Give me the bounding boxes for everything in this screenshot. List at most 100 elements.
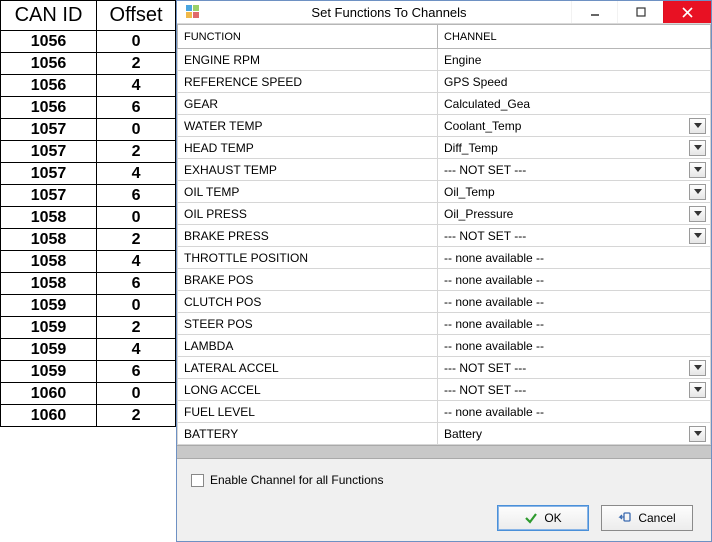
col-header-function[interactable]: FUNCTION (178, 25, 438, 49)
canid-row: 10562 (1, 53, 176, 75)
channel-cell[interactable]: Diff_Temp (438, 137, 711, 159)
channel-cell[interactable]: Coolant_Temp (438, 115, 711, 137)
offset-cell: 6 (97, 273, 176, 295)
function-row: LATERAL ACCEL --- NOT SET --- (178, 357, 711, 379)
channel-dropdown-button[interactable] (689, 118, 706, 134)
function-cell[interactable]: OIL TEMP (178, 181, 438, 203)
canid-cell: 1057 (1, 119, 97, 141)
offset-cell: 2 (97, 53, 176, 75)
channel-cell[interactable]: -- none available -- (438, 247, 711, 269)
channel-cell[interactable]: -- none available -- (438, 401, 711, 423)
close-button[interactable] (663, 1, 711, 23)
titlebar[interactable]: Set Functions To Channels (177, 1, 711, 24)
offset-cell: 6 (97, 361, 176, 383)
enable-all-label: Enable Channel for all Functions (210, 473, 383, 487)
function-row: HEAD TEMP Diff_Temp (178, 137, 711, 159)
function-row: EXHAUST TEMP --- NOT SET --- (178, 159, 711, 181)
channel-cell[interactable]: --- NOT SET --- (438, 225, 711, 247)
function-row: REFERENCE SPEEDGPS Speed (178, 71, 711, 93)
channel-value: --- NOT SET --- (444, 361, 526, 375)
channel-value: Coolant_Temp (444, 119, 521, 133)
maximize-button[interactable] (617, 1, 663, 23)
channel-value: Calculated_Gea (444, 97, 530, 111)
function-cell[interactable]: CLUTCH POS (178, 291, 438, 313)
table-end-bar (177, 445, 711, 459)
cancel-button[interactable]: Cancel (601, 505, 693, 531)
offset-cell: 4 (97, 251, 176, 273)
function-row: LAMBDA-- none available -- (178, 335, 711, 357)
channel-dropdown-button[interactable] (689, 184, 706, 200)
channel-value: Oil_Temp (444, 185, 495, 199)
function-cell[interactable]: BRAKE PRESS (178, 225, 438, 247)
canid-cell: 1058 (1, 207, 97, 229)
channel-cell[interactable]: Calculated_Gea (438, 93, 711, 115)
function-cell[interactable]: FUEL LEVEL (178, 401, 438, 423)
canid-cell: 1059 (1, 339, 97, 361)
canid-row: 10574 (1, 163, 176, 185)
ok-button[interactable]: OK (497, 505, 589, 531)
channel-cell[interactable]: -- none available -- (438, 269, 711, 291)
function-cell[interactable]: THROTTLE POSITION (178, 247, 438, 269)
canid-row: 10576 (1, 185, 176, 207)
channel-dropdown-button[interactable] (689, 382, 706, 398)
function-row: FUEL LEVEL-- none available -- (178, 401, 711, 423)
channel-dropdown-button[interactable] (689, 228, 706, 244)
channel-value: Engine (444, 53, 481, 67)
function-row: WATER TEMP Coolant_Temp (178, 115, 711, 137)
channel-cell[interactable]: --- NOT SET --- (438, 357, 711, 379)
function-cell[interactable]: STEER POS (178, 313, 438, 335)
channel-cell[interactable]: Battery (438, 423, 711, 445)
channel-dropdown-button[interactable] (689, 162, 706, 178)
canid-row: 10564 (1, 75, 176, 97)
function-cell[interactable]: GEAR (178, 93, 438, 115)
channel-cell[interactable]: -- none available -- (438, 313, 711, 335)
canid-cell: 1056 (1, 97, 97, 119)
channel-cell[interactable]: -- none available -- (438, 291, 711, 313)
channel-cell[interactable]: -- none available -- (438, 335, 711, 357)
channel-cell[interactable]: GPS Speed (438, 71, 711, 93)
channel-value: Battery (444, 427, 482, 441)
function-cell[interactable]: REFERENCE SPEED (178, 71, 438, 93)
canid-row: 10570 (1, 119, 176, 141)
channel-cell[interactable]: Engine (438, 49, 711, 71)
minimize-button[interactable] (571, 1, 617, 23)
function-cell[interactable]: ENGINE RPM (178, 49, 438, 71)
col-header-channel[interactable]: CHANNEL (438, 25, 711, 49)
function-row: BATTERY Battery (178, 423, 711, 445)
cancel-label: Cancel (638, 511, 675, 525)
channel-cell[interactable]: --- NOT SET --- (438, 379, 711, 401)
function-cell[interactable]: OIL PRESS (178, 203, 438, 225)
function-cell[interactable]: BRAKE POS (178, 269, 438, 291)
function-cell[interactable]: BATTERY (178, 423, 438, 445)
canid-cell: 1057 (1, 163, 97, 185)
enable-all-checkbox[interactable] (191, 474, 204, 487)
canid-cell: 1058 (1, 273, 97, 295)
channel-dropdown-button[interactable] (689, 360, 706, 376)
function-cell[interactable]: LAMBDA (178, 335, 438, 357)
canid-row: 10582 (1, 229, 176, 251)
channel-dropdown-button[interactable] (689, 140, 706, 156)
function-cell[interactable]: HEAD TEMP (178, 137, 438, 159)
channel-cell[interactable]: Oil_Pressure (438, 203, 711, 225)
canid-cell: 1060 (1, 383, 97, 405)
enable-all-row[interactable]: Enable Channel for all Functions (191, 473, 701, 487)
canid-row: 10590 (1, 295, 176, 317)
function-cell[interactable]: EXHAUST TEMP (178, 159, 438, 181)
offset-cell: 6 (97, 97, 176, 119)
canid-cell: 1060 (1, 405, 97, 427)
channel-cell[interactable]: --- NOT SET --- (438, 159, 711, 181)
canid-cell: 1059 (1, 317, 97, 339)
canid-row: 10600 (1, 383, 176, 405)
channel-dropdown-button[interactable] (689, 426, 706, 442)
offset-cell: 0 (97, 295, 176, 317)
channel-dropdown-button[interactable] (689, 206, 706, 222)
left-header-offset: Offset (97, 1, 176, 31)
canid-cell: 1059 (1, 361, 97, 383)
channel-value: -- none available -- (444, 273, 544, 287)
channel-value: Diff_Temp (444, 141, 498, 155)
channel-value: --- NOT SET --- (444, 163, 526, 177)
function-cell[interactable]: LATERAL ACCEL (178, 357, 438, 379)
function-cell[interactable]: LONG ACCEL (178, 379, 438, 401)
function-cell[interactable]: WATER TEMP (178, 115, 438, 137)
channel-cell[interactable]: Oil_Temp (438, 181, 711, 203)
